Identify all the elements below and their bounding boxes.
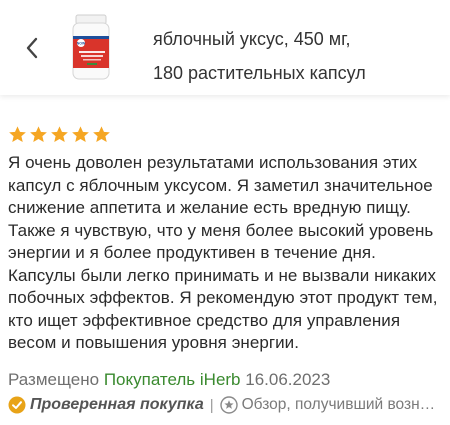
verified-purchase-label: Проверенная покупка — [30, 396, 204, 413]
reward-badge-icon — [219, 396, 238, 414]
star-rating — [8, 125, 111, 145]
star-icon — [9, 126, 26, 143]
posted-prefix: Размещено — [8, 370, 100, 389]
product-title-line2: 180 растительных капсул — [153, 63, 366, 83]
product-title: яблочный уксус, 450 мг, 180 растительных… — [153, 22, 438, 90]
star-icon — [72, 126, 89, 143]
product-title-line1: яблочный уксус, 450 мг, — [153, 29, 351, 49]
star-icon — [93, 126, 110, 143]
review-date: 16.06.2023 — [245, 370, 331, 389]
chevron-left-icon[interactable] — [25, 37, 39, 59]
product-header: NOW яблочный уксус, 450 мг, 180 растител… — [0, 0, 450, 95]
star-icon — [30, 126, 47, 143]
review-body: Я очень доволен результатами использован… — [8, 153, 438, 352]
verified-check-icon — [8, 396, 26, 414]
back-button[interactable] — [18, 30, 46, 66]
badge-separator: | — [209, 396, 214, 414]
buyer-link[interactable]: Покупатель iHerb — [104, 370, 241, 389]
product-thumbnail[interactable]: NOW — [65, 12, 117, 82]
review-meta: Размещено Покупатель iHerb 16.06.2023 — [8, 369, 448, 391]
star-icon — [51, 126, 68, 143]
thumb-brand: NOW — [77, 42, 86, 46]
review-badges: Проверенная покупка | Обзор, получивший … — [8, 393, 448, 417]
rewarded-review-label[interactable]: Обзор, получивший возн… — [242, 396, 436, 414]
